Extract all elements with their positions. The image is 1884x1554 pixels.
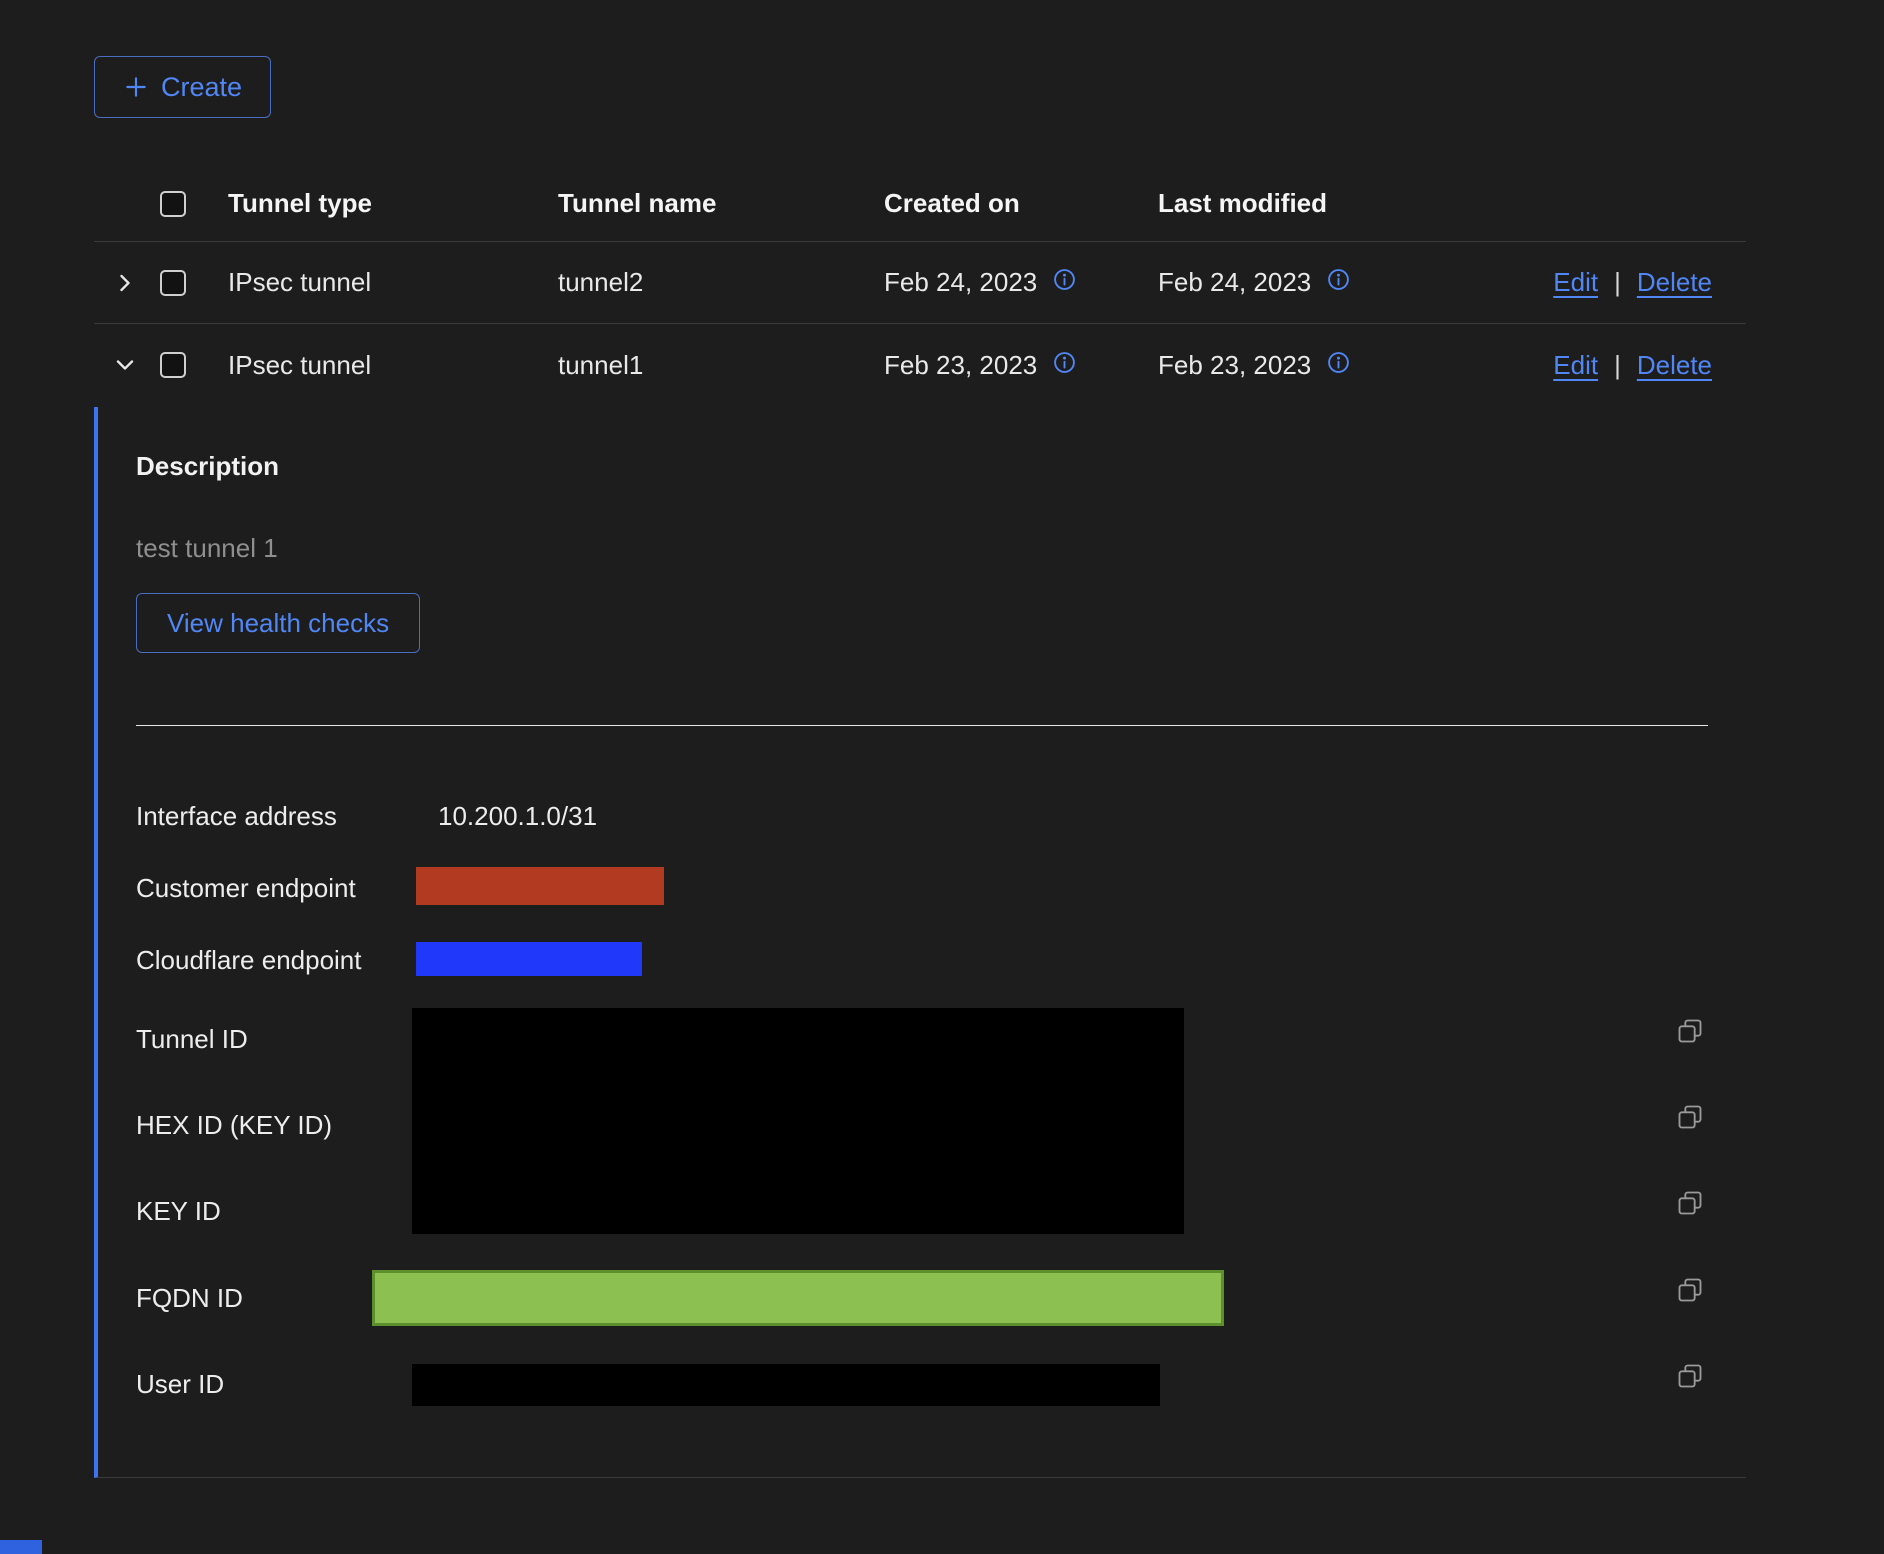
copy-icon	[1676, 1292, 1704, 1307]
row-tunnel-type: IPsec tunnel	[208, 350, 538, 381]
interface-address-label: Interface address	[136, 801, 337, 832]
corner-accent-bar	[0, 1540, 42, 1554]
customer-endpoint-redacted-value	[416, 867, 664, 905]
tunnel-id-label: Tunnel ID	[136, 1024, 248, 1055]
hex-id-label: HEX ID (KEY ID)	[136, 1110, 332, 1141]
copy-hex-id-button[interactable]	[1676, 1103, 1704, 1131]
tunnels-table: Tunnel type Tunnel name Created on Last …	[94, 166, 1746, 406]
row-created-on: Feb 24, 2023	[884, 267, 1037, 298]
copy-icon	[1676, 1033, 1704, 1048]
description-label: Description	[136, 451, 279, 482]
row-last-modified: Feb 23, 2023	[1158, 350, 1311, 381]
fqdn-id-redacted-value	[372, 1270, 1224, 1326]
chevron-right-icon	[111, 285, 139, 300]
create-button[interactable]: Create	[94, 56, 271, 118]
plus-icon	[123, 74, 149, 100]
actions-separator: |	[1614, 267, 1621, 298]
copy-tunnel-id-button[interactable]	[1676, 1017, 1704, 1045]
copy-icon	[1676, 1378, 1704, 1393]
table-header-row: Tunnel type Tunnel name Created on Last …	[94, 166, 1746, 242]
info-icon[interactable]	[1327, 267, 1350, 298]
customer-endpoint-label: Customer endpoint	[136, 873, 356, 904]
row-checkbox[interactable]	[160, 352, 186, 378]
expand-row-button[interactable]	[111, 269, 139, 297]
header-created-on: Created on	[864, 188, 1138, 219]
detail-divider	[136, 725, 1708, 726]
tunnels-page: Create Tunnel type Tunnel name Created o…	[0, 0, 1884, 1554]
copy-icon	[1676, 1119, 1704, 1134]
copy-fqdn-id-button[interactable]	[1676, 1276, 1704, 1304]
user-id-label: User ID	[136, 1369, 224, 1400]
key-id-label: KEY ID	[136, 1196, 221, 1227]
info-icon[interactable]	[1053, 267, 1076, 298]
header-tunnel-type: Tunnel type	[208, 188, 538, 219]
row-checkbox[interactable]	[160, 270, 186, 296]
copy-icon	[1676, 1205, 1704, 1220]
description-value: test tunnel 1	[136, 533, 278, 564]
delete-link[interactable]: Delete	[1637, 350, 1712, 381]
user-id-redacted-value	[412, 1364, 1160, 1406]
view-health-checks-button[interactable]: View health checks	[136, 593, 420, 653]
ids-redacted-value	[412, 1008, 1184, 1234]
cloudflare-endpoint-redacted-value	[416, 942, 642, 976]
chevron-down-icon	[111, 367, 139, 382]
info-icon[interactable]	[1053, 350, 1076, 381]
header-last-modified: Last modified	[1138, 188, 1468, 219]
copy-key-id-button[interactable]	[1676, 1189, 1704, 1217]
fqdn-id-label: FQDN ID	[136, 1283, 243, 1314]
edit-link[interactable]: Edit	[1553, 350, 1598, 381]
row-created-on: Feb 23, 2023	[884, 350, 1037, 381]
delete-link[interactable]: Delete	[1637, 267, 1712, 298]
row-tunnel-name: tunnel2	[538, 267, 864, 298]
header-tunnel-name: Tunnel name	[538, 188, 864, 219]
row-tunnel-type: IPsec tunnel	[208, 267, 538, 298]
edit-link[interactable]: Edit	[1553, 267, 1598, 298]
row-last-modified: Feb 24, 2023	[1158, 267, 1311, 298]
table-row: IPsec tunnel tunnel1 Feb 23, 2023 Feb 23…	[94, 324, 1746, 406]
table-row: IPsec tunnel tunnel2 Feb 24, 2023 Feb 24…	[94, 242, 1746, 324]
row-tunnel-name: tunnel1	[538, 350, 864, 381]
actions-separator: |	[1614, 350, 1621, 381]
copy-user-id-button[interactable]	[1676, 1362, 1704, 1390]
select-all-checkbox[interactable]	[160, 191, 186, 217]
info-icon[interactable]	[1327, 350, 1350, 381]
cloudflare-endpoint-label: Cloudflare endpoint	[136, 945, 362, 976]
tunnel-detail-panel: Description test tunnel 1 View health ch…	[94, 407, 1746, 1478]
create-button-label: Create	[161, 72, 242, 103]
interface-address-value: 10.200.1.0/31	[438, 801, 597, 832]
collapse-row-button[interactable]	[111, 351, 139, 379]
